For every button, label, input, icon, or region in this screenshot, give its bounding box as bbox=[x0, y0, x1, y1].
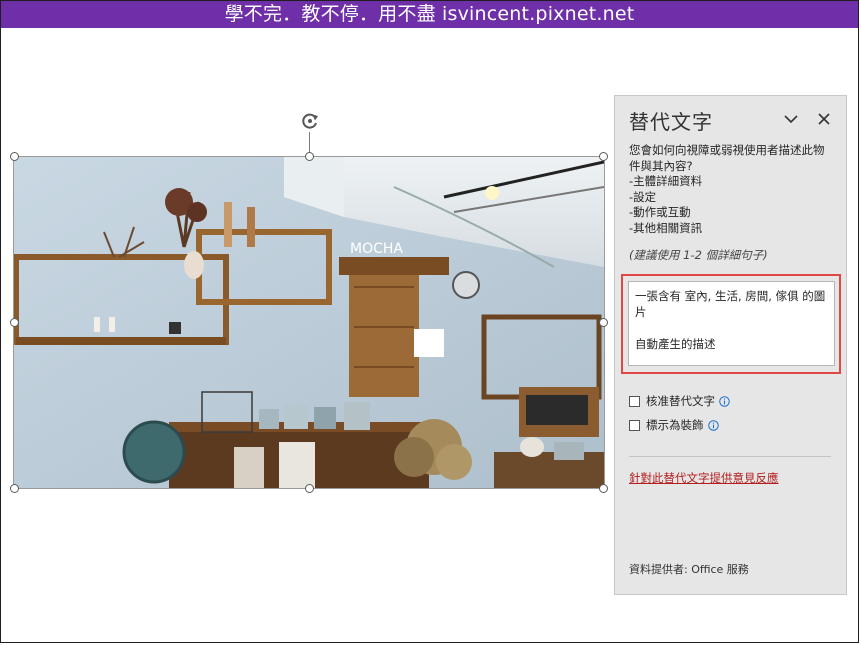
bullet-list: -主體詳細資料 -設定 -動作或互動 -其他相關資訊 bbox=[629, 174, 702, 236]
resize-handle-bottom-left[interactable] bbox=[10, 484, 19, 493]
auto-generated-note: 自動產生的描述 bbox=[635, 337, 716, 351]
provider-text: 資料提供者: Office 服務 bbox=[629, 563, 749, 576]
resize-handle-bottom-right[interactable] bbox=[599, 484, 608, 493]
approve-alt-text-label: 核准替代文字 bbox=[646, 394, 715, 408]
selected-picture[interactable]: MOCHA bbox=[13, 156, 605, 489]
svg-text:MOCHA: MOCHA bbox=[350, 241, 403, 257]
alt-text-highlight: 一張含有 室內, 生活, 房間, 傢俱 的圖片 自動產生的描述 bbox=[621, 274, 841, 374]
alt-text-pane: 替代文字 您會如何向視障或弱視使用者描述此物件與其內容? -主體詳細資料 -設定… bbox=[614, 95, 847, 595]
close-icon[interactable] bbox=[815, 110, 833, 128]
hint-text: (建議使用 1-2 個詳細句子) bbox=[629, 248, 768, 262]
approve-alt-text-checkbox[interactable] bbox=[629, 395, 640, 407]
resize-handle-top-left[interactable] bbox=[10, 152, 19, 161]
mark-decorative-checkbox[interactable] bbox=[629, 419, 640, 431]
alt-text-input[interactable]: 一張含有 室內, 生活, 房間, 傢俱 的圖片 自動產生的描述 bbox=[628, 281, 835, 366]
resize-handle-left[interactable] bbox=[10, 318, 19, 327]
feedback-link[interactable]: 針對此替代文字提供意見反應 bbox=[629, 470, 779, 486]
resize-handle-bottom[interactable] bbox=[305, 484, 314, 493]
resize-handle-right[interactable] bbox=[599, 318, 608, 327]
divider bbox=[629, 456, 831, 457]
bullet-item: -主體詳細資料 bbox=[629, 174, 703, 188]
pane-title: 替代文字 bbox=[629, 110, 713, 134]
approve-alt-text-row[interactable]: 核准替代文字 bbox=[629, 393, 730, 409]
alt-text-description: 一張含有 室內, 生活, 房間, 傢俱 的圖片 bbox=[635, 289, 826, 319]
chevron-down-icon[interactable] bbox=[782, 110, 800, 128]
bullet-item: -其他相關資訊 bbox=[629, 220, 703, 235]
resize-handle-top-right[interactable] bbox=[599, 152, 608, 161]
rotate-icon[interactable] bbox=[299, 110, 321, 132]
mark-decorative-label: 標示為裝飾 bbox=[646, 418, 704, 432]
mark-decorative-row[interactable]: 標示為裝飾 bbox=[629, 417, 719, 433]
info-icon[interactable] bbox=[707, 419, 719, 431]
resize-handle-top[interactable] bbox=[305, 152, 314, 161]
bullet-item: -動作或互動 bbox=[629, 205, 691, 219]
info-icon[interactable] bbox=[719, 395, 730, 407]
bullet-item: -設定 bbox=[629, 189, 657, 204]
pane-question: 您會如何向視障或弱視使用者描述此物件與其內容? bbox=[629, 143, 825, 173]
banner: 學不完．教不停．用不盡 isvincent.pixnet.net bbox=[1, 1, 858, 28]
